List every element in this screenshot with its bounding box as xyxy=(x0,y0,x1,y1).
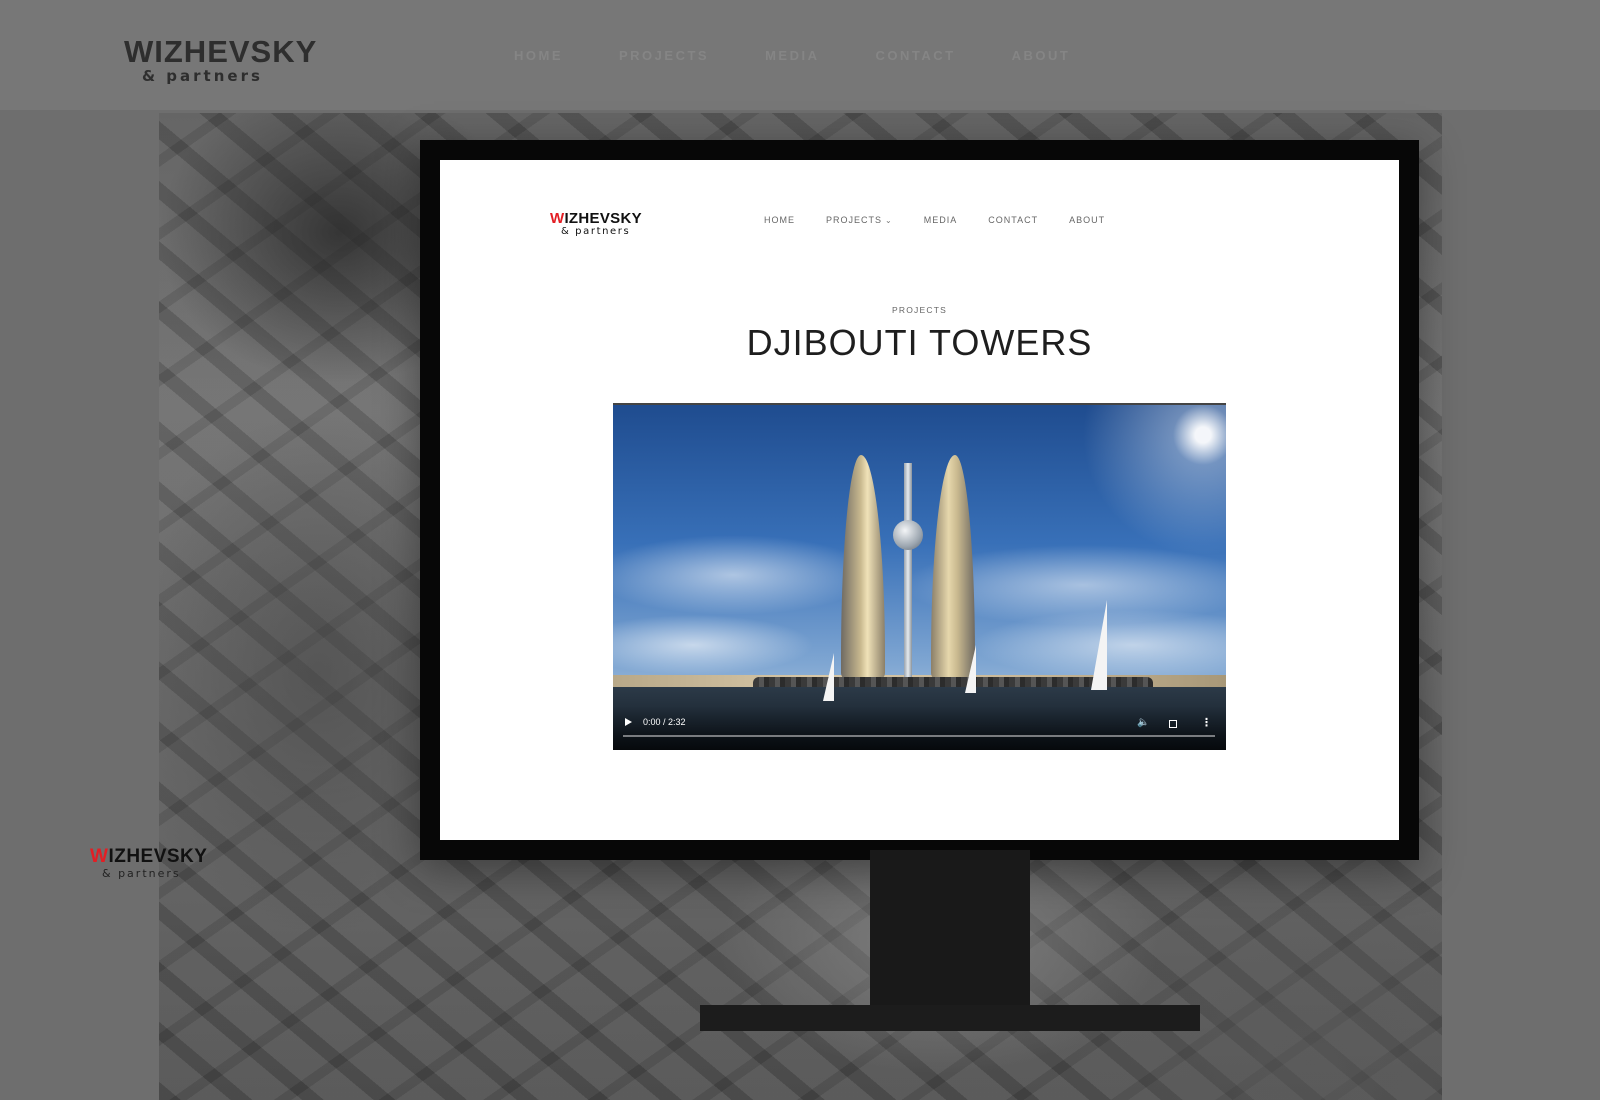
video-poster-center-spire xyxy=(904,463,912,683)
site-logo-subtext: & partners xyxy=(561,226,631,237)
background-logo: WIZHEVSKY & partners xyxy=(124,34,317,85)
video-poster-sailboat xyxy=(823,653,834,701)
background-logo-text: WIZHEVSKY xyxy=(124,34,318,69)
site-logo-initial: W xyxy=(550,210,565,227)
background-nav-media: MEDIA xyxy=(765,48,820,63)
nav-home-label: HOME xyxy=(764,215,795,225)
monitor-frame: WIZHEVSKY & partners HOME PROJECTS ⌄ MEDI… xyxy=(420,140,1419,860)
site-logo-text: IZHEVSKY xyxy=(564,210,642,227)
nav-about-label: ABOUT xyxy=(1069,215,1106,225)
nav-about[interactable]: ABOUT xyxy=(1069,215,1105,225)
nav-media-label: MEDIA xyxy=(923,215,958,225)
background-nav-home: HOME xyxy=(514,48,563,63)
background-header: WIZHEVSKY & partners HOME PROJECTS MEDIA… xyxy=(0,0,1600,110)
video-poster-sailboat xyxy=(965,645,976,693)
video-poster-sailboat xyxy=(1091,600,1107,690)
video-progress-bar[interactable] xyxy=(623,735,1215,737)
monitor-base xyxy=(700,1005,1200,1031)
video-poster-sphere xyxy=(893,520,923,550)
more-options-icon[interactable]: ⋮ xyxy=(1201,716,1212,729)
fullscreen-icon[interactable] xyxy=(1169,720,1177,728)
floating-logo: WIZHEVSKY & partners xyxy=(90,846,207,880)
floating-logo-subtext: & partners xyxy=(102,867,181,880)
video-time: 0:00 / 2:32 xyxy=(643,717,686,727)
site-logo[interactable]: WIZHEVSKY & partners xyxy=(550,210,642,237)
floating-logo-initial: W xyxy=(90,846,109,867)
background-nav: HOME PROJECTS MEDIA CONTACT ABOUT xyxy=(514,48,1126,63)
video-controls: 0:00 / 2:32 🔈 ⋮ xyxy=(613,706,1226,750)
video-player[interactable]: 0:00 / 2:32 🔈 ⋮ xyxy=(613,403,1226,750)
floating-logo-text: IZHEVSKY xyxy=(108,846,208,867)
nav-contact[interactable]: CONTACT xyxy=(988,215,1038,225)
background-nav-contact: CONTACT xyxy=(875,48,956,63)
volume-icon[interactable]: 🔈 xyxy=(1137,718,1149,728)
background-nav-projects: PROJECTS xyxy=(619,48,710,63)
play-icon[interactable] xyxy=(625,718,632,726)
breadcrumb[interactable]: PROJECTS xyxy=(440,305,1399,315)
nav-media[interactable]: MEDIA xyxy=(924,215,958,225)
nav-home[interactable]: HOME xyxy=(764,215,795,225)
nav-contact-label: CONTACT xyxy=(988,215,1039,225)
monitor-neck xyxy=(870,850,1030,1008)
site-nav: HOME PROJECTS ⌄ MEDIA CONTACT ABOUT xyxy=(764,215,1136,225)
monitor-screen: WIZHEVSKY & partners HOME PROJECTS ⌄ MEDI… xyxy=(440,160,1399,840)
background-nav-about: ABOUT xyxy=(1011,48,1071,63)
nav-projects-label: PROJECTS xyxy=(826,215,883,225)
chevron-down-icon: ⌄ xyxy=(885,215,893,225)
page-title: DJIBOUTI TOWERS xyxy=(746,322,1093,363)
nav-projects[interactable]: PROJECTS ⌄ xyxy=(826,215,893,225)
